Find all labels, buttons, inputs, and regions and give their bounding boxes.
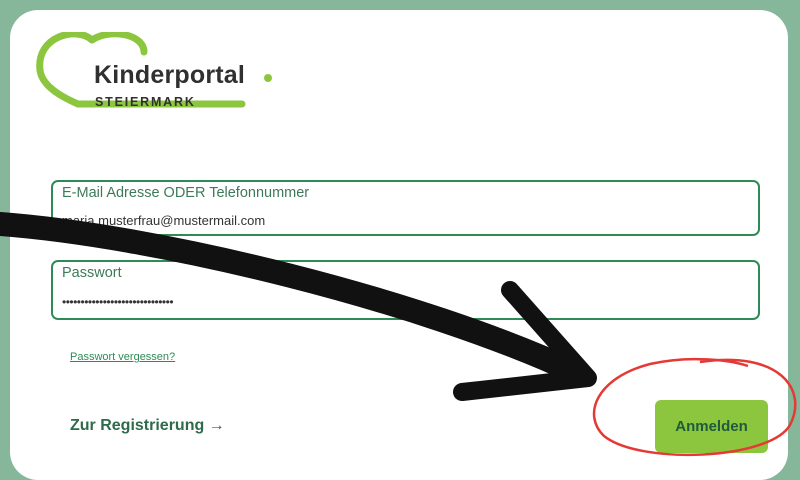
brand-name: Kinderportal xyxy=(94,61,246,89)
password-input[interactable]: •••••••••••••••••••••••••••••• xyxy=(62,295,174,309)
forgot-password-link[interactable]: Passwort vergessen? xyxy=(70,351,175,363)
brand-logo: Kinderportal STEIERMARK xyxy=(32,32,292,122)
login-card: Kinderportal STEIERMARK E-Mail Adresse O… xyxy=(10,10,788,480)
brand-subtitle: STEIERMARK xyxy=(95,95,196,109)
register-link[interactable]: Zur Registrierung → xyxy=(70,417,225,435)
email-field[interactable]: E-Mail Adresse ODER Telefonnummer maria.… xyxy=(51,180,760,236)
password-label: Passwort xyxy=(62,265,122,281)
login-button[interactable]: Anmelden xyxy=(655,400,768,453)
brand-dot xyxy=(264,74,272,82)
email-label: E-Mail Adresse ODER Telefonnummer xyxy=(62,185,310,201)
email-input[interactable]: maria.musterfrau@mustermail.com xyxy=(62,213,265,228)
password-field[interactable]: Passwort •••••••••••••••••••••••••••••• xyxy=(51,260,760,320)
